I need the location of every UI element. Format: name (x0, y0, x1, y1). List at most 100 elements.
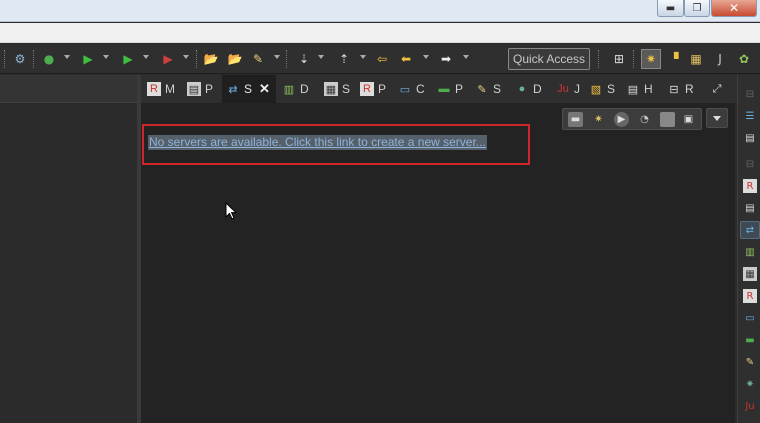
pencil-icon[interactable]: ✎ (250, 51, 266, 67)
coverage-icon[interactable]: ▶ (160, 51, 176, 67)
search-icon: ✎ (477, 83, 487, 96)
tab-label: S (607, 82, 616, 96)
synchronize-icon: ▧ (590, 83, 602, 96)
minimize-icon: ▬ (665, 2, 676, 14)
chevron-down-icon[interactable] (318, 55, 324, 59)
restore-icon[interactable]: ⊟ (743, 87, 757, 101)
open-type-icon[interactable]: 📂 (203, 51, 219, 67)
toolbar-separator (633, 50, 634, 68)
tab-debug[interactable]: ● D (511, 75, 542, 103)
java-ee-perspective-icon[interactable]: ✷ (641, 49, 661, 69)
debug-run-icon[interactable]: ● (41, 51, 57, 67)
start-server-icon[interactable]: ▶ (614, 112, 629, 127)
stop-server-icon[interactable] (660, 112, 675, 127)
restore-icon[interactable]: ⊟ (743, 157, 757, 171)
chevron-down-icon[interactable] (103, 55, 109, 59)
tab-remote-systems[interactable]: ⊟ R (663, 75, 694, 103)
chevron-down-icon[interactable] (64, 55, 70, 59)
console-icon[interactable]: ▭ (743, 311, 757, 325)
chevron-down-icon[interactable] (360, 55, 366, 59)
problems-icon: R (360, 82, 374, 96)
tab-servers[interactable]: ⇄ S ✕ (222, 75, 276, 103)
chevron-down-icon[interactable] (274, 55, 280, 59)
debug-icon[interactable]: ✷ (743, 377, 757, 391)
tab-label: P (378, 82, 387, 96)
external-tools-icon[interactable]: ▶ (120, 51, 136, 67)
tab-progress[interactable]: ▬ P (433, 75, 464, 103)
tab-label: M (165, 82, 175, 96)
toolbar-separator (4, 50, 5, 68)
view-menu-button[interactable] (706, 108, 728, 128)
window-title-bar: ▬ ❐ ✕ (0, 0, 760, 22)
snippets-icon[interactable]: ▦ (743, 267, 757, 281)
open-perspective-icon[interactable]: ⊞ (611, 51, 627, 67)
tab-junit[interactable]: Ju J (552, 75, 580, 103)
chevron-down-icon[interactable] (183, 55, 189, 59)
resource-perspective-icon[interactable]: ▦ (688, 51, 704, 67)
profile-server-icon[interactable]: ◔ (637, 112, 652, 127)
servers-icon: ⇄ (228, 83, 238, 96)
view-tab-bar: R M ▤ P ⇄ S ✕ ▥ D ▦ S R P ▭ C ▬ P ✎ S ● … (141, 75, 737, 103)
servers-view-toolbar: ▬ ✷ ▶ ◔ ▣ (562, 108, 702, 130)
back-arrow-icon[interactable]: ⬅ (398, 51, 414, 67)
plugin-perspective-icon[interactable]: ✿ (736, 51, 752, 67)
tab-markers[interactable]: R M (143, 75, 175, 103)
maximize-view-button[interactable]: ⤢ (706, 75, 724, 103)
maximize-button[interactable]: ❐ (684, 0, 710, 17)
tab-history[interactable]: ▤ H (622, 75, 653, 103)
server-connect-icon[interactable]: ⚙ (12, 51, 28, 67)
left-panel-header (0, 75, 137, 103)
collapse-icon[interactable]: ▬ (568, 112, 583, 127)
previous-annotation-icon[interactable]: ⇡ (336, 51, 352, 67)
tab-search[interactable]: ✎ S (471, 75, 501, 103)
tab-label: S (342, 82, 351, 96)
menu-bar (0, 23, 760, 43)
tab-label: H (644, 82, 653, 96)
junit-icon[interactable]: Ju (743, 399, 757, 413)
history-icon: ▤ (627, 83, 639, 96)
tab-label: R (685, 82, 694, 96)
run-icon[interactable]: ▶ (80, 51, 96, 67)
properties-icon: ▤ (187, 82, 201, 96)
chevron-down-icon[interactable] (423, 55, 429, 59)
minimize-button[interactable]: ▬ (657, 0, 684, 17)
last-edit-icon[interactable]: ⇦ (374, 51, 390, 67)
quick-access-input[interactable]: Quick Access (508, 48, 590, 70)
tab-snippets[interactable]: ▦ S (320, 75, 350, 103)
chevron-down-icon[interactable] (143, 55, 149, 59)
publish-icon[interactable]: ▣ (681, 112, 696, 127)
search-icon[interactable]: ✎ (743, 355, 757, 369)
toolbar-separator (196, 50, 197, 68)
outline-icon[interactable]: ☰ (743, 109, 757, 123)
debug-icon: ● (518, 83, 526, 95)
markers-icon: R (147, 82, 161, 96)
task-list-icon[interactable]: ▤ (743, 131, 757, 145)
properties-icon[interactable]: ▤ (743, 201, 757, 215)
toolbar-separator (598, 50, 599, 68)
snippets-icon: ▦ (324, 82, 338, 96)
next-annotation-icon[interactable]: ⇣ (296, 51, 312, 67)
close-icon[interactable]: ✕ (259, 81, 270, 97)
progress-icon[interactable]: ▬ (743, 333, 757, 347)
problems-icon[interactable]: R (743, 289, 757, 303)
tab-console[interactable]: ▭ C (394, 75, 425, 103)
data-source-explorer-icon[interactable]: ▥ (743, 245, 757, 259)
markers-icon[interactable]: R (743, 179, 757, 193)
tab-properties[interactable]: ▤ P (183, 75, 213, 103)
tab-label: P (205, 82, 214, 96)
maximize-icon: ❐ (692, 2, 702, 14)
tab-data-source-explorer[interactable]: ▥ D (278, 75, 309, 103)
java-perspective-icon[interactable]: J (712, 51, 728, 67)
close-window-button[interactable]: ✕ (711, 0, 757, 17)
chevron-down-icon[interactable] (463, 55, 469, 59)
remote-systems-icon: ⊟ (669, 83, 679, 96)
debug-server-icon[interactable]: ✷ (591, 112, 606, 127)
forward-arrow-icon[interactable]: ➡ (438, 51, 454, 67)
tab-problems[interactable]: R P (356, 75, 386, 103)
tab-synchronize[interactable]: ▧ S (585, 75, 615, 103)
progress-icon: ▬ (438, 83, 450, 95)
debug-perspective-icon[interactable]: ▝ (666, 51, 682, 67)
tab-label: P (455, 82, 464, 96)
servers-icon[interactable]: ⇄ (740, 221, 760, 239)
open-folder-icon[interactable]: 📂 (227, 51, 243, 67)
